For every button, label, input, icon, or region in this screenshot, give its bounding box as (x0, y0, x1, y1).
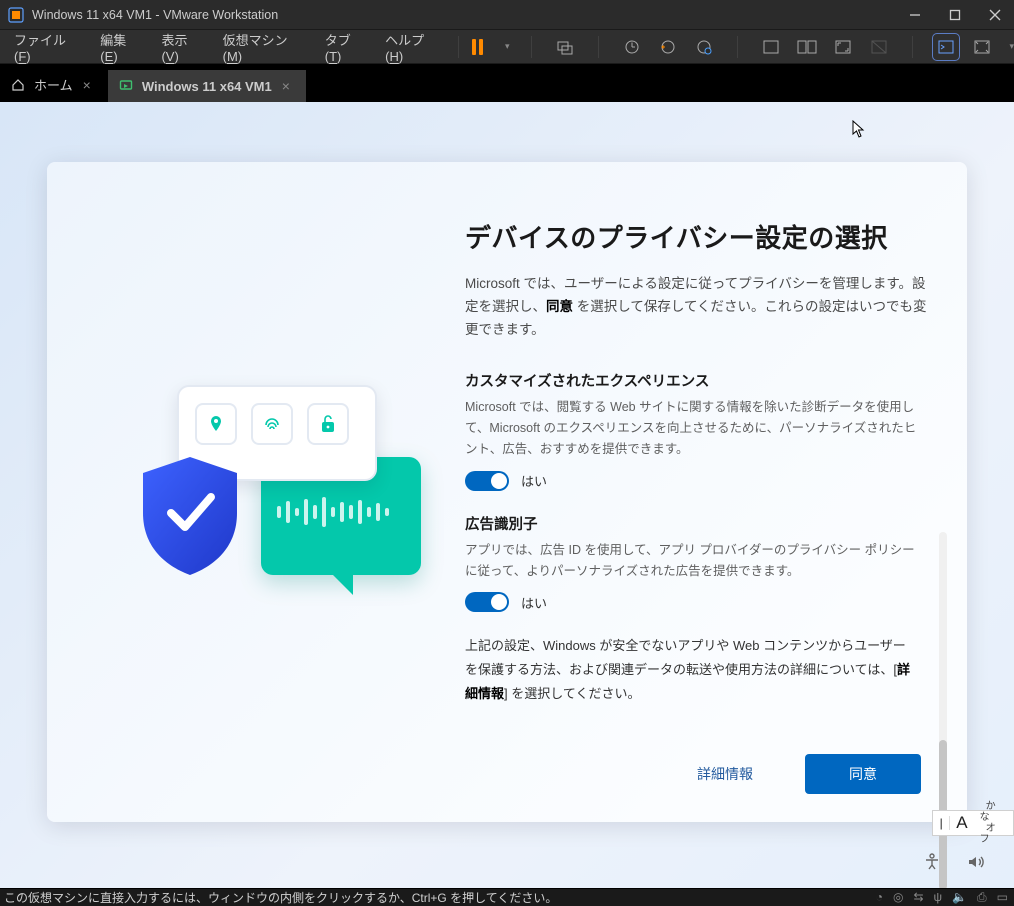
oobe-heading: デバイスのプライバシー設定の選択 (465, 218, 927, 255)
toggle-adid-label: はい (521, 593, 547, 612)
tab-home-close[interactable]: × (81, 78, 93, 92)
section-tailored: カスタマイズされたエクスペリエンス Microsoft では、閲覧する Web … (465, 370, 917, 491)
tray-cd-icon[interactable]: ◎ (893, 890, 903, 905)
home-icon (10, 77, 26, 93)
vmware-logo-icon (8, 7, 24, 23)
section-adid: 広告識別子 アプリでは、広告 ID を使用して、アプリ プロバイダーのプライバシ… (465, 513, 917, 613)
tray-network-icon[interactable]: ⇆ (913, 890, 923, 905)
tabstrip: ホーム × Windows 11 x64 VM1 × (0, 64, 1014, 102)
view-console-icon[interactable] (935, 36, 957, 58)
ime-hint: かなオフ (974, 801, 1013, 845)
snapshot-take-icon[interactable] (621, 36, 643, 58)
tab-vm-active[interactable]: Windows 11 x64 VM1 × (108, 70, 307, 102)
guest-display[interactable]: デバイスのプライバシー設定の選択 Microsoft では、ユーザーによる設定に… (0, 102, 1014, 888)
menubar: ファイル(F) 編集(E) 表示(V) 仮想マシン(M) タブ(T) ヘルプ(H… (0, 30, 1014, 64)
lock-open-icon (307, 403, 349, 445)
toggle-tailored-label: はい (521, 471, 547, 490)
menu-vm[interactable]: 仮想マシン(M) (215, 26, 315, 68)
fingerprint-icon (251, 403, 293, 445)
tray-printer-icon[interactable]: ⎙ (977, 890, 987, 905)
accept-button[interactable]: 同意 (805, 754, 921, 794)
oobe-illustration (87, 218, 465, 792)
toolbar-divider (458, 36, 459, 58)
oobe-panel: デバイスのプライバシー設定の選択 Microsoft では、ユーザーによる設定に… (47, 162, 967, 822)
section-tailored-desc: Microsoft では、閲覧する Web サイトに関する情報を除いた診断データ… (465, 397, 917, 461)
toggle-adid[interactable] (465, 592, 509, 612)
vm-tab-icon (118, 78, 134, 94)
window-title: Windows 11 x64 VM1 - VMware Workstation (32, 8, 278, 22)
view-fullscreen-icon[interactable] (832, 36, 854, 58)
send-ctrl-alt-del-icon[interactable] (554, 36, 576, 58)
section-adid-title: 広告識別子 (465, 513, 917, 534)
view-multi-icon[interactable] (796, 36, 818, 58)
statusbar-tray: ◔ ◎ ⇆ ψ 🔈 ⎙ ▭ (876, 890, 1014, 905)
section-adid-desc: アプリでは、広告 ID を使用して、アプリ プロバイダーのプライバシー ポリシー… (465, 540, 917, 583)
ime-indicator[interactable]: | A かなオフ (932, 810, 1014, 836)
tray-disk-icon[interactable]: ◔ (876, 890, 883, 905)
tray-usb-icon[interactable]: ψ (934, 890, 943, 905)
toolbar-divider (737, 36, 738, 58)
menu-edit[interactable]: 編集(E) (92, 26, 151, 68)
tab-home[interactable]: ホーム × (0, 67, 108, 102)
view-single-icon[interactable] (760, 36, 782, 58)
window-close-button[interactable] (988, 8, 1002, 22)
shield-check-icon (135, 453, 245, 579)
location-pin-icon (195, 403, 237, 445)
tab-home-label: ホーム (34, 75, 73, 94)
toggle-tailored[interactable] (465, 471, 509, 491)
toolbar-divider (598, 36, 599, 58)
vm-pause-button[interactable] (467, 36, 489, 58)
window-minimize-button[interactable] (908, 8, 922, 22)
menu-tabs[interactable]: タブ(T) (317, 26, 375, 68)
statusbar-hint: この仮想マシンに直接入力するには、ウィンドウの内側をクリックするか、Ctrl+G… (4, 889, 557, 906)
accessibility-icon[interactable] (922, 852, 942, 872)
power-dropdown-caret[interactable]: ▾ (505, 41, 510, 52)
tab-vm-label: Windows 11 x64 VM1 (142, 79, 272, 94)
oobe-more-text: 上記の設定、Windows が安全でないアプリや Web コンテンツからユーザー… (465, 634, 917, 706)
window-maximize-button[interactable] (948, 8, 962, 22)
menu-view[interactable]: 表示(V) (153, 26, 212, 68)
oobe-intro: Microsoft では、ユーザーによる設定に従ってプライバシーを管理します。設… (465, 273, 927, 342)
menu-file[interactable]: ファイル(F) (6, 26, 90, 68)
toolbar-divider (912, 36, 913, 58)
volume-icon[interactable] (966, 852, 986, 872)
menu-help[interactable]: ヘルプ(H) (377, 26, 450, 68)
mouse-cursor-icon (852, 120, 866, 138)
more-info-button[interactable]: 詳細情報 (685, 758, 765, 790)
ime-mode: A (950, 813, 973, 833)
view-dropdown-caret[interactable]: ▾ (1009, 41, 1014, 52)
toolbar-divider (531, 36, 532, 58)
statusbar: この仮想マシンに直接入力するには、ウィンドウの内側をクリックするか、Ctrl+G… (0, 888, 1014, 906)
view-stretch-icon[interactable] (971, 36, 993, 58)
snapshot-manager-icon[interactable] (693, 36, 715, 58)
tray-display-icon[interactable]: ▭ (997, 890, 1008, 905)
view-unity-icon[interactable] (868, 36, 890, 58)
section-tailored-title: カスタマイズされたエクスペリエンス (465, 370, 917, 391)
oobe-accessibility-tray (922, 852, 986, 872)
snapshot-revert-icon[interactable] (657, 36, 679, 58)
tray-sound-icon[interactable]: 🔈 (952, 890, 967, 905)
tab-vm-close[interactable]: × (280, 79, 292, 93)
